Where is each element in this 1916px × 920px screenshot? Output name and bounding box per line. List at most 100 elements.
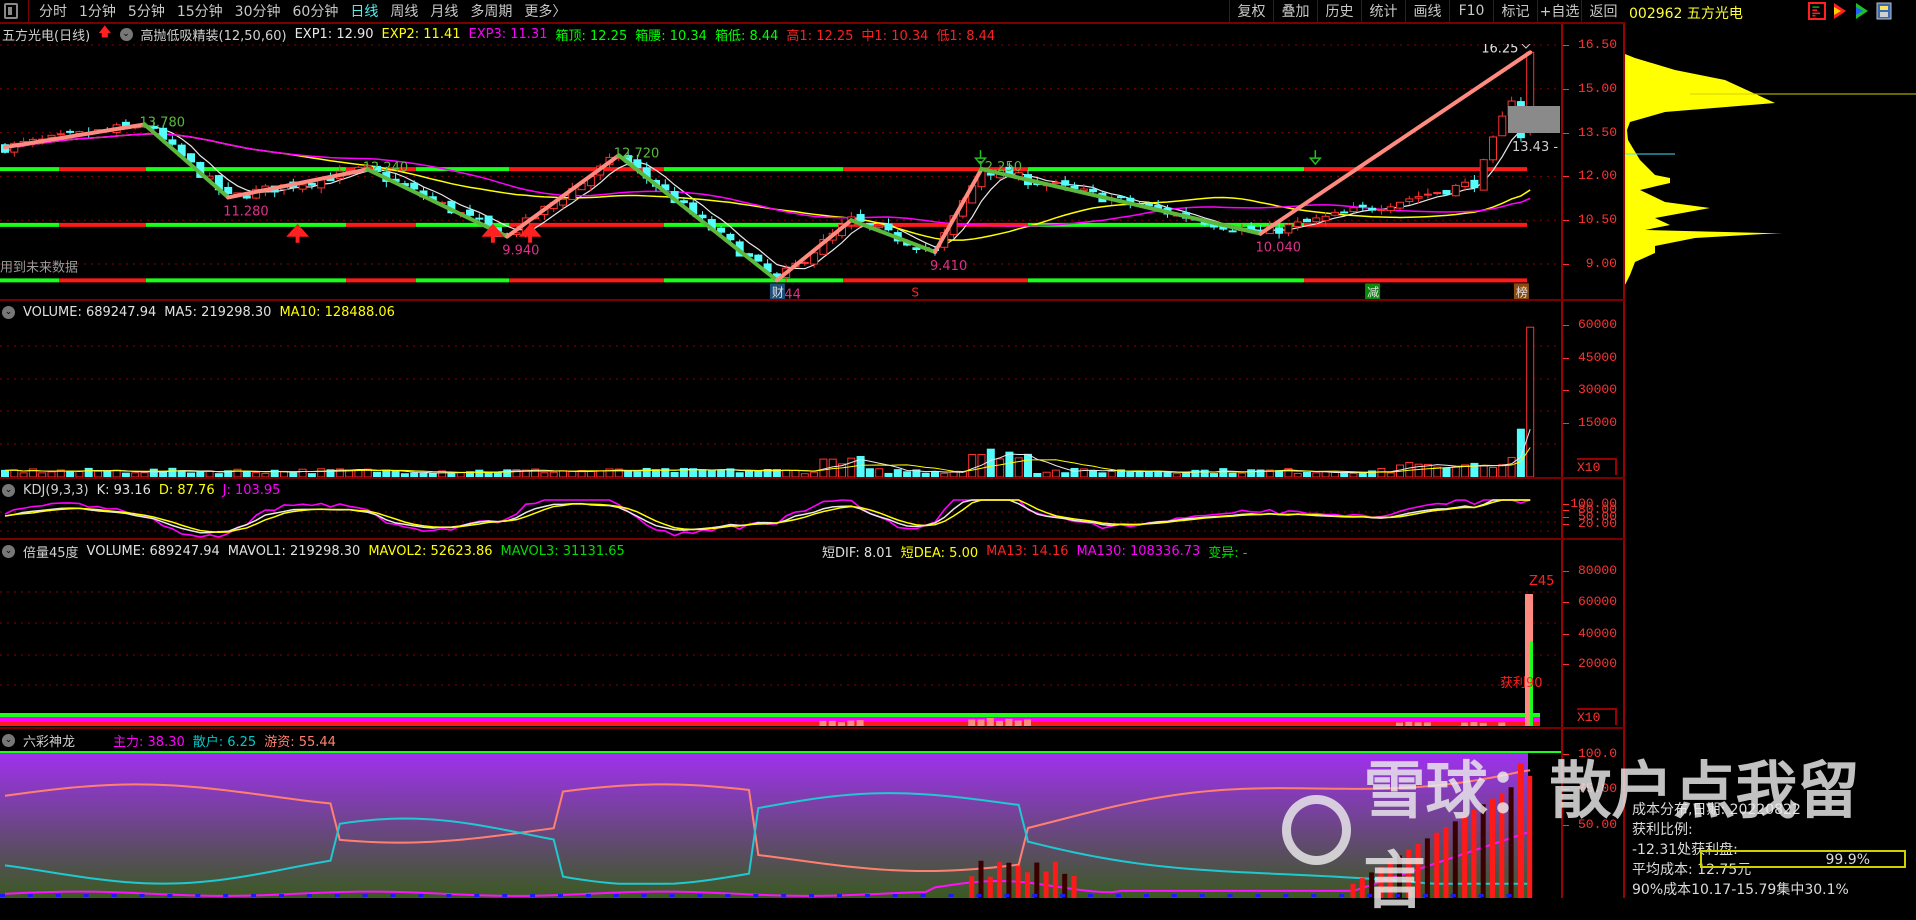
dragon-baseline-mark <box>55 894 61 897</box>
tab-1[interactable]: 1分钟 <box>73 1 122 21</box>
double-volume-bar <box>1470 722 1478 726</box>
tab-10[interactable]: 更多〉 <box>518 1 572 21</box>
tab-8[interactable]: 月线 <box>424 1 464 21</box>
candle <box>1405 195 1414 205</box>
dragon-baseline-mark <box>669 894 675 897</box>
candle-body <box>1312 217 1321 223</box>
axis-label: 9.00 <box>1585 256 1617 271</box>
double-volume-chart[interactable]: Z45 获利90 <box>0 561 1561 727</box>
toolbar-button-8[interactable]: 返回 <box>1581 0 1625 22</box>
dragon-baseline-mark <box>223 894 229 897</box>
dragon-baseline-mark <box>306 894 312 897</box>
volume-chart[interactable] <box>0 322 1561 477</box>
volume-bar <box>791 469 800 477</box>
candle-body <box>726 233 735 241</box>
dragon-bar <box>997 862 1003 898</box>
dragon-baseline-mark <box>1478 894 1484 897</box>
indicator-value: 箱低: 8.44 <box>714 28 779 44</box>
candle-body <box>1228 230 1237 233</box>
band <box>0 713 1540 717</box>
collapse-chevron-icon[interactable]: ⌄ <box>119 27 133 41</box>
dragon-baseline-mark <box>1143 894 1149 897</box>
double-volume-bar <box>996 720 1004 726</box>
double-volume-bar <box>1498 722 1506 726</box>
dragon-panel-header: ⌄ 六彩神龙 主力: 38.30 散户: 6.25 游资: 55.44 <box>0 730 336 750</box>
chip-distribution-icon[interactable] <box>1808 2 1826 20</box>
tab-3[interactable]: 15分钟 <box>171 1 229 21</box>
dragon-chart[interactable] <box>0 753 1561 898</box>
tab-2[interactable]: 5分钟 <box>122 1 171 21</box>
toolbar-button-7[interactable]: +自选 <box>1537 0 1581 22</box>
candlestick-chart[interactable]: 13.78011.28012.2409.94012.7208.449.41012… <box>0 44 1561 300</box>
dragon-bar <box>1350 883 1356 898</box>
kdj-line <box>4 499 1531 534</box>
tab-5[interactable]: 60分钟 <box>287 1 345 21</box>
indicator-value: 散户: 6.25 <box>192 734 257 750</box>
volume-bar <box>1377 467 1386 477</box>
toolbar-button-5[interactable]: F10 <box>1449 0 1493 22</box>
axis-tick <box>1563 325 1569 326</box>
axis-tick <box>1563 358 1569 359</box>
indicator-value: 六彩神龙 <box>23 734 76 750</box>
collapse-chevron-icon[interactable]: ⌄ <box>2 483 15 497</box>
candle-body <box>1349 207 1358 212</box>
double-volume-bar <box>977 719 985 726</box>
tab-0[interactable]: 分时 <box>33 1 73 21</box>
calculator-icon[interactable] <box>1875 2 1893 20</box>
up-arrow-icon: 🡅 <box>98 25 112 40</box>
axis-label: 20.00 <box>1577 516 1617 531</box>
candle <box>1340 209 1349 214</box>
toolbar-button-1[interactable]: 叠加 <box>1273 0 1317 22</box>
fire-flag-icon[interactable] <box>1831 2 1849 20</box>
collapse-chevron-icon[interactable]: ⌄ <box>2 733 15 747</box>
dragon-bar <box>1387 861 1393 898</box>
candle-body <box>1051 182 1060 185</box>
tab-6[interactable]: 日线 <box>344 1 384 21</box>
blue-flag-icon[interactable] <box>1853 2 1871 20</box>
candle-body <box>1489 136 1497 161</box>
dragon-bar <box>969 876 975 898</box>
indicator-value: 低1: 8.44 <box>936 28 996 44</box>
axis-tick <box>1563 390 1569 391</box>
double-volume-panel-header-2: 短DIF: 8.01 短DEA: 5.00 MA13: 14.16 MA130: 10… <box>820 541 1248 561</box>
unit-label: X10 <box>1577 458 1617 475</box>
toolbar-button-6[interactable]: 标记 <box>1493 0 1537 22</box>
double-volume-bar <box>828 720 836 726</box>
volume-bar <box>1070 467 1079 477</box>
axis-tick <box>1563 825 1569 826</box>
signal-label: Z45 <box>1529 574 1554 589</box>
sidebar-toggle-icon[interactable] <box>4 3 18 19</box>
collapse-chevron-icon[interactable]: ⌄ <box>2 305 15 319</box>
cost-date: 成本分布,日期: 20220822 <box>1632 802 1801 818</box>
dragon-bar <box>987 876 993 898</box>
axis-tick <box>1563 517 1569 518</box>
zigzag-line <box>616 153 779 283</box>
tab-7[interactable]: 周线 <box>384 1 424 21</box>
toolbar-button-4[interactable]: 画线 <box>1405 0 1449 22</box>
dragon-baseline-mark <box>809 894 815 897</box>
candle-body <box>1396 201 1404 209</box>
candle-body <box>475 217 484 220</box>
axis-label: 30000 <box>1577 382 1617 397</box>
collapse-chevron-icon[interactable]: ⌄ <box>2 544 15 558</box>
indicator-value: MAVOL3: 31131.65 <box>500 543 625 559</box>
kdj-chart[interactable] <box>0 498 1561 538</box>
indicator-value: MAVOL1: 219298.30 <box>227 543 361 559</box>
candle <box>1470 175 1479 193</box>
indicator-value: 短DEA: 5.00 <box>900 545 979 561</box>
toolbar-button-3[interactable]: 统计 <box>1361 0 1405 22</box>
toolbar-button-0[interactable]: 复权 <box>1229 0 1273 22</box>
toolbar-button-2[interactable]: 历史 <box>1317 0 1361 22</box>
candle-body <box>1340 211 1349 214</box>
dragon-bar <box>1527 775 1533 898</box>
zigzag-line <box>142 122 231 200</box>
indicator-value: VOLUME: 689247.94 <box>86 543 220 559</box>
indicator-value: MAVOL2: 52623.86 <box>368 543 493 559</box>
volume-ma-line <box>4 429 1531 474</box>
kdj-line <box>4 499 1531 538</box>
tab-9[interactable]: 多周期 <box>464 1 518 21</box>
tab-4[interactable]: 30分钟 <box>229 1 287 21</box>
indicator-value: 高抛低吸精装(12,50,60) <box>140 28 287 44</box>
dragon-baseline-mark <box>558 894 563 897</box>
dragon-bar <box>1397 855 1402 898</box>
